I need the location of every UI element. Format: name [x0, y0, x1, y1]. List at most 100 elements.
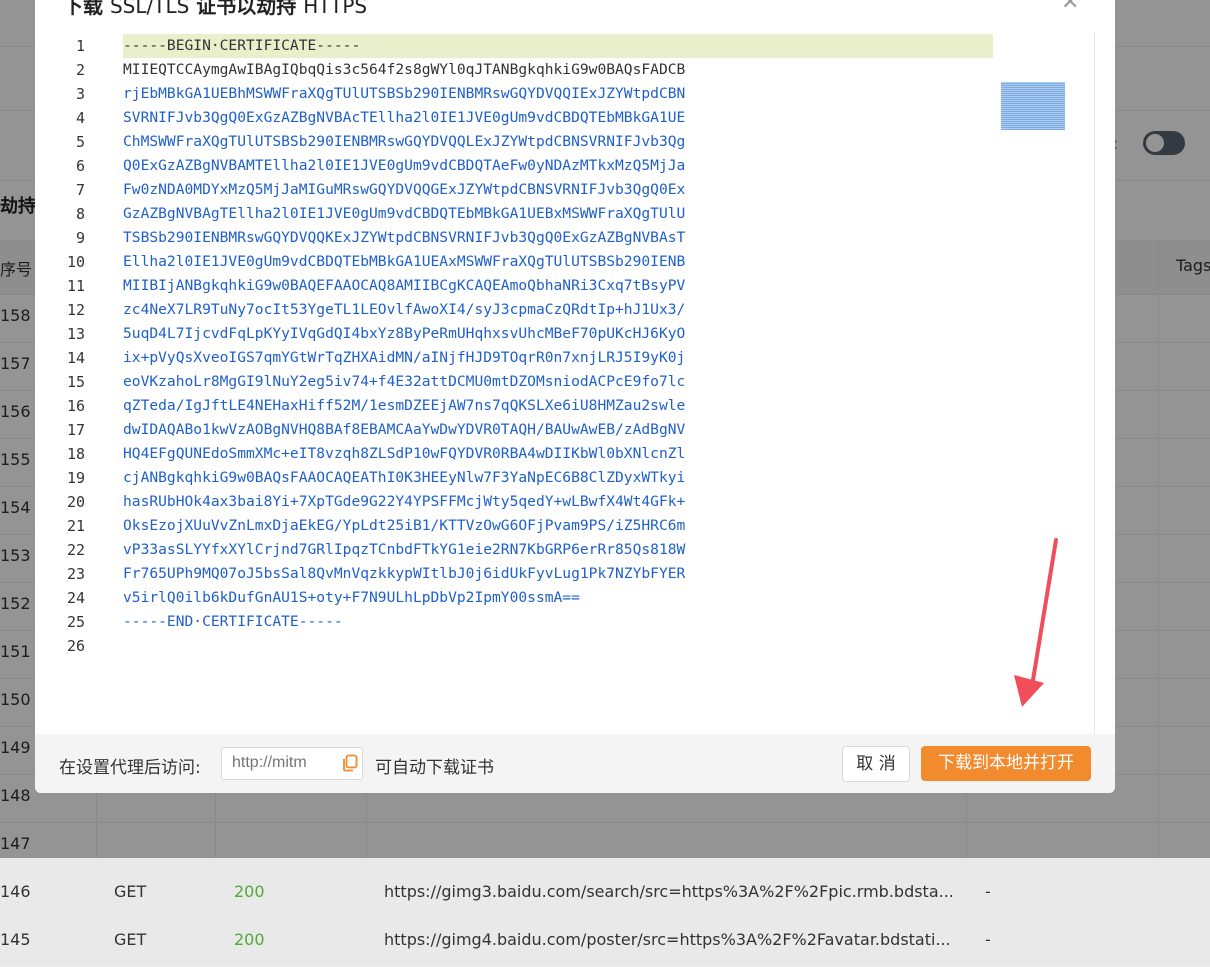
- line-text: TSBSb290IENBMRswGQYDVQQKExJZYWtpdCBNSVRN…: [123, 229, 686, 246]
- modal-title-part: 证书以劫持: [196, 0, 297, 18]
- annotation-arrow-icon: [1014, 538, 1058, 707]
- mitm-url-field[interactable]: [221, 747, 363, 780]
- line-number: 5: [75, 133, 85, 151]
- editor-line[interactable]: 6 Q0ExGzAZBgNVBAMTEllha2l0IE1JVE0gUm9vdCB…: [35, 154, 1035, 178]
- row-status: 200: [234, 930, 265, 949]
- line-number: 9: [75, 229, 85, 247]
- row-url: https://gimg4.baidu.com/poster/src=https…: [384, 930, 951, 949]
- line-number: 14: [66, 349, 85, 367]
- line-number: 23: [66, 565, 85, 583]
- editor-line[interactable]: 2 MIIEQTCCAymgAwIBAgIQbqQis3c564f2s8gWYl0…: [35, 58, 1035, 82]
- editor-line[interactable]: 18 HQ4EFgQUNEdoSmmXMc+eIT8vzqh8ZLSdP10wFQ…: [35, 442, 1035, 466]
- modal-footer: 在设置代理后访问: 可自动下载证书 取 消 下载到本地并打开: [35, 734, 1115, 793]
- row-url: https://gimg3.baidu.com/search/src=https…: [384, 882, 954, 901]
- line-text: dwIDAQABo1kwVzAOBgNVHQ8BAf8EBAMCAaYwDwYD…: [123, 421, 686, 438]
- line-text: Fw0zNDA0MDYxMzQ5MjJaMIGuMRswGQYDVQQGExJZ…: [123, 181, 686, 198]
- line-text: ChMSWWFraXQgTUlUTSBSb290IENBMRswGQYDVQQL…: [123, 133, 686, 150]
- editor-line[interactable]: 21 OksEzojXUuVvZnLmxDjaEkEG/YpLdt25iB1/KT…: [35, 514, 1035, 538]
- mitm-url-input[interactable]: [230, 753, 334, 773]
- editor-line[interactable]: 7 Fw0zNDA0MDYxMzQ5MjJaMIGuMRswGQYDVQQGExJ…: [35, 178, 1035, 202]
- editor-line[interactable]: 13 5uqD4L7IjcvdFqLpKYyIVqGdQI4bxYz8ByPeRm…: [35, 322, 1035, 346]
- line-number: 12: [66, 301, 85, 319]
- editor-minimap[interactable]: [1001, 82, 1065, 130]
- line-text: OksEzojXUuVvZnLmxDjaEkEG/YpLdt25iB1/KTTV…: [123, 517, 686, 534]
- line-number: 1: [75, 37, 85, 55]
- line-number: 15: [66, 373, 85, 391]
- line-number: 6: [75, 157, 85, 175]
- line-text: eoVKzahoLr8MgGI9lNuY2eg5iv74+f4E32attDCM…: [123, 373, 686, 390]
- line-number: 8: [75, 205, 85, 223]
- line-number: 4: [75, 109, 85, 127]
- line-number: 20: [66, 493, 85, 511]
- line-text: GzAZBgNVBAgTEllha2l0IE1JVE0gUm9vdCBDQTEb…: [123, 205, 686, 222]
- line-number: 18: [66, 445, 85, 463]
- editor-line[interactable]: 8 GzAZBgNVBAgTEllha2l0IE1JVE0gUm9vdCBDQTE…: [35, 202, 1035, 226]
- editor-line[interactable]: 14 ix+pVyQsXveoIGS7qmYGtWrTqZHXAidMN/aINj…: [35, 346, 1035, 370]
- line-number: 16: [66, 397, 85, 415]
- auto-download-hint: 可自动下载证书: [375, 758, 494, 778]
- editor-line[interactable]: 15 eoVKzahoLr8MgGI9lNuY2eg5iv74+f4E32attD…: [35, 370, 1035, 394]
- modal-title-part: SSL/TLS: [109, 0, 190, 18]
- row-tags: -: [985, 882, 991, 901]
- certificate-modal: 下载 SSL/TLS 证书以劫持 HTTPS ✕ 1 -----BEGIN·CER…: [35, 0, 1115, 793]
- editor-line[interactable]: 16 qZTeda/IgJftLE4NEHaxHiff52M/1esmDZEEjA…: [35, 394, 1035, 418]
- line-text: SVRNIFJvb3QgQ0ExGzAZBgNVBAcTEllha2l0IE1J…: [123, 109, 686, 126]
- editor-line[interactable]: 25 -----END·CERTIFICATE-----: [35, 610, 1035, 634]
- row-status: 200: [234, 882, 265, 901]
- table-row[interactable]: 145 GET 200 https://gimg4.baidu.com/poster/…: [0, 918, 1210, 967]
- line-text: Fr765UPh9MQ07oJ5bsSal8QvMnVqzkkypWItlbJ0…: [123, 565, 686, 582]
- line-text: v5irlQ0ilb6kDufGnAU1S+oty+F7N9ULhLpDbVp2…: [123, 589, 580, 606]
- editor-line[interactable]: 26: [35, 634, 1035, 658]
- line-text: zc4NeX7LR9TuNy7ocIt53YgeTL1LEOvlfAwoXI4/…: [123, 301, 686, 318]
- editor-line[interactable]: 9 TSBSb290IENBMRswGQYDVQQKExJZYWtpdCBNSVR…: [35, 226, 1035, 250]
- line-text: Q0ExGzAZBgNVBAMTEllha2l0IE1JVE0gUm9vdCBD…: [123, 157, 686, 174]
- line-text: hasRUbHOk4ax3bai8Yi+7XpTGde9G22Y4YPSFFMc…: [123, 493, 686, 510]
- modal-title-part: HTTPS: [303, 0, 368, 18]
- editor-line[interactable]: 4 SVRNIFJvb3QgQ0ExGzAZBgNVBAcTEllha2l0IE1…: [35, 106, 1035, 130]
- line-number: 17: [66, 421, 85, 439]
- row-method: GET: [114, 882, 147, 901]
- copy-icon[interactable]: [342, 754, 358, 772]
- line-text: ix+pVyQsXveoIGS7qmYGtWrTqZHXAidMN/aINjfH…: [123, 349, 686, 366]
- editor-line[interactable]: 22 vP33asSLYYfxXYlCrjnd7GRlIpqzTCnbdFTkYG…: [35, 538, 1035, 562]
- download-and-open-button[interactable]: 下载到本地并打开: [921, 746, 1091, 781]
- proxy-hint-label: 在设置代理后访问:: [59, 758, 201, 778]
- editor-line[interactable]: 5 ChMSWWFraXQgTUlUTSBSb290IENBMRswGQYDVQQ…: [35, 130, 1035, 154]
- modal-title: 下载 SSL/TLS 证书以劫持 HTTPS: [63, 0, 367, 19]
- editor-line[interactable]: 23 Fr765UPh9MQ07oJ5bsSal8QvMnVqzkkypWItlb…: [35, 562, 1035, 586]
- line-text: HQ4EFgQUNEdoSmmXMc+eIT8vzqh8ZLSdP10wFQYD…: [123, 445, 686, 462]
- editor-line[interactable]: 17 dwIDAQABo1kwVzAOBgNVHQ8BAf8EBAMCAaYwDw…: [35, 418, 1035, 442]
- line-number: 25: [66, 613, 85, 631]
- row-index: 145: [0, 930, 31, 949]
- line-text: cjANBgkqhkiG9w0BAQsFAAOCAQEAThI0K3HEEyNl…: [123, 469, 686, 486]
- line-text: -----BEGIN·CERTIFICATE-----: [123, 34, 993, 58]
- editor-line[interactable]: 11 MIIBIjANBgkqhkiG9w0BAQEFAAOCAQ8AMIIBCg…: [35, 274, 1035, 298]
- line-number: 2: [75, 61, 85, 79]
- row-method: GET: [114, 930, 147, 949]
- line-number: 7: [75, 181, 85, 199]
- line-text: Ellha2l0IE1JVE0gUm9vdCBDQTEbMBkGA1UEAxMS…: [123, 253, 686, 270]
- line-text: qZTeda/IgJftLE4NEHaxHiff52M/1esmDZEEjAW7…: [123, 397, 686, 414]
- editor-line[interactable]: 19 cjANBgkqhkiG9w0BAQsFAAOCAQEAThI0K3HEEy…: [35, 466, 1035, 490]
- line-number: 22: [66, 541, 85, 559]
- editor-line[interactable]: 12 zc4NeX7LR9TuNy7ocIt53YgeTL1LEOvlfAwoXI…: [35, 298, 1035, 322]
- line-text: -----END·CERTIFICATE-----: [123, 613, 343, 630]
- line-number: 3: [75, 85, 85, 103]
- editor-line[interactable]: 1 -----BEGIN·CERTIFICATE-----: [35, 34, 1035, 58]
- line-text: vP33asSLYYfxXYlCrjnd7GRlIpqzTCnbdFTkYG1e…: [123, 541, 686, 558]
- cancel-button[interactable]: 取 消: [842, 746, 910, 782]
- editor-line[interactable]: 24 v5irlQ0ilb6kDufGnAU1S+oty+F7N9ULhLpDbV…: [35, 586, 1035, 610]
- row-index: 146: [0, 882, 31, 901]
- certificate-editor[interactable]: 1 -----BEGIN·CERTIFICATE----- 2 MIIEQTCCAym…: [35, 32, 1094, 734]
- table-row[interactable]: 146 GET 200 https://gimg3.baidu.com/search/…: [0, 870, 1210, 919]
- editor-line[interactable]: 20 hasRUbHOk4ax3bai8Yi+7XpTGde9G22Y4YPSFF…: [35, 490, 1035, 514]
- row-tags: -: [985, 930, 991, 949]
- line-number: 24: [66, 589, 85, 607]
- editor-line[interactable]: 10 Ellha2l0IE1JVE0gUm9vdCBDQTEbMBkGA1UEAx…: [35, 250, 1035, 274]
- line-text: MIIEQTCCAymgAwIBAgIQbqQis3c564f2s8gWYl0q…: [123, 61, 686, 78]
- line-text: MIIBIjANBgkqhkiG9w0BAQEFAAOCAQ8AMIIBCgKC…: [123, 277, 686, 294]
- editor-scrollbar[interactable]: [1094, 32, 1115, 734]
- line-number: 11: [66, 277, 85, 295]
- close-icon[interactable]: ✕: [1061, 0, 1079, 15]
- editor-line[interactable]: 3 rjEbMBkGA1UEBhMSWWFraXQgTUlUTSBSb290IEN…: [35, 82, 1035, 106]
